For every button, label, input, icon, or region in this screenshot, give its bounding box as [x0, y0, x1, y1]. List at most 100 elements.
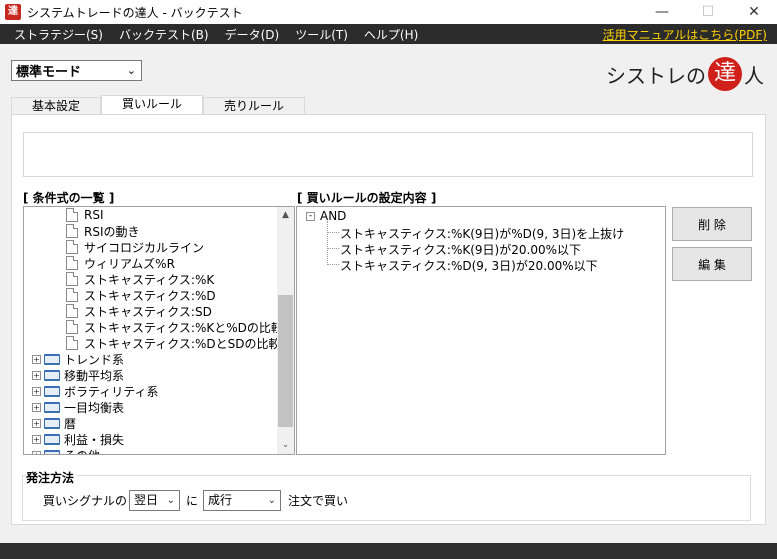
- document-icon: [66, 304, 78, 318]
- folder-icon: [44, 417, 60, 429]
- tree-connector: [327, 248, 339, 249]
- tree-folder[interactable]: + 一目均衡表: [32, 399, 124, 415]
- scroll-up-icon[interactable]: ▲: [277, 207, 294, 224]
- document-icon: [66, 320, 78, 334]
- tree-item[interactable]: ストキャスティクス:%D: [66, 287, 216, 303]
- document-icon: [66, 224, 78, 238]
- tree-folder[interactable]: + 暦: [32, 415, 76, 431]
- mode-select[interactable]: 標準モード ⌄: [11, 60, 142, 81]
- rules-label: [ 買いルールの設定内容 ]: [297, 191, 437, 205]
- document-icon: [66, 288, 78, 302]
- expand-icon[interactable]: +: [32, 450, 41, 454]
- tab-sell-rules[interactable]: 売りルール: [203, 97, 306, 115]
- tree-item-label: ストキャスティクス:%DとSDの比較: [84, 336, 281, 351]
- window-controls: — ☐ ✕: [639, 0, 777, 24]
- rule-item[interactable]: ストキャスティクス:%D(9, 3日)が20.00%以下: [340, 257, 598, 274]
- collapse-icon[interactable]: -: [306, 212, 315, 221]
- tree-item[interactable]: ストキャスティクス:%K: [66, 271, 214, 287]
- expand-icon[interactable]: +: [32, 434, 41, 444]
- document-icon: [66, 336, 78, 350]
- document-icon: [66, 240, 78, 254]
- folder-icon: [44, 433, 60, 445]
- tree-scrollbar[interactable]: ▲ ⌄: [277, 207, 294, 454]
- tree-item[interactable]: ウィリアムズ%R: [66, 255, 175, 271]
- tab-buy-rules[interactable]: 買いルール: [101, 95, 204, 116]
- tree-folder-label: 移動平均系: [64, 368, 125, 383]
- menu-tools[interactable]: ツール(T): [295, 26, 348, 43]
- menu-data[interactable]: データ(D): [225, 26, 280, 43]
- delete-button[interactable]: 削 除: [672, 207, 752, 241]
- conditions-label: [ 条件式の一覧 ]: [23, 191, 115, 205]
- expand-icon[interactable]: +: [32, 402, 41, 412]
- tree-item-label: RSI: [84, 208, 104, 222]
- minimize-icon[interactable]: —: [639, 0, 685, 24]
- rule-root[interactable]: AND: [320, 209, 346, 223]
- expand-icon[interactable]: +: [32, 418, 41, 428]
- menu-strategy[interactable]: ストラテジー(S): [14, 26, 103, 43]
- tree-item-label: サイコロジカルライン: [84, 240, 205, 255]
- tree-folder[interactable]: + 利益・損失: [32, 431, 124, 447]
- tree-item[interactable]: ストキャスティクス:SD: [66, 303, 212, 319]
- expand-icon[interactable]: +: [32, 386, 41, 396]
- app-window: 達 システムトレードの達人 - バックテスト — ☐ ✕ ストラテジー(S) バ…: [0, 0, 777, 559]
- tree-folder-label: その他: [64, 447, 100, 455]
- folder-icon: [44, 401, 60, 413]
- tree-item[interactable]: RSIの動き: [66, 223, 140, 239]
- tree-folder[interactable]: + その他: [32, 447, 100, 455]
- order-method-value: 成行: [208, 493, 233, 507]
- folder-icon: [44, 369, 60, 381]
- maximize-icon[interactable]: ☐: [685, 0, 731, 24]
- condition-tree[interactable]: RSI RSIの動き サイコロジカルライン ウィリアムズ%R ストキャスティクス…: [23, 206, 295, 455]
- folder-icon: [44, 449, 60, 454]
- scroll-thumb[interactable]: [278, 295, 293, 427]
- menu-help[interactable]: ヘルプ(H): [364, 26, 418, 43]
- chevron-down-icon: ⌄: [267, 495, 276, 506]
- mode-select-value: 標準モード: [16, 65, 82, 80]
- scroll-down-icon[interactable]: ⌄: [277, 437, 294, 454]
- tab-basic-settings[interactable]: 基本設定: [11, 97, 102, 115]
- order-method-select[interactable]: 成行 ⌄: [203, 490, 281, 511]
- menu-backtest[interactable]: バックテスト(B): [119, 26, 209, 43]
- rule-item[interactable]: ストキャスティクス:%K(9日)が%D(9, 3日)を上抜け: [340, 225, 624, 242]
- rule-tree[interactable]: - AND ストキャスティクス:%K(9日)が%D(9, 3日)を上抜け ストキ…: [296, 206, 666, 455]
- manual-link[interactable]: 活用マニュアルはこちら(PDF): [603, 26, 767, 43]
- tree-item-label: ストキャスティクス:SD: [84, 304, 212, 319]
- tree-folder-label: トレンド系: [64, 352, 125, 367]
- tree-item-label: RSIの動き: [84, 224, 140, 239]
- tree-connector: [327, 232, 339, 233]
- chevron-down-icon: ⌄: [166, 495, 175, 506]
- tree-folder[interactable]: + ボラティリティ系: [32, 383, 159, 399]
- menu-bar: ストラテジー(S) バックテスト(B) データ(D) ツール(T) ヘルプ(H)…: [0, 24, 777, 44]
- tab-panel: [ 条件式の一覧 ] [ 買いルールの設定内容 ] RSI RSIの動き サイコ…: [11, 114, 766, 525]
- rule-item[interactable]: ストキャスティクス:%K(9日)が20.00%以下: [340, 241, 581, 258]
- order-day-value: 翌日: [134, 493, 159, 507]
- edit-button[interactable]: 編 集: [672, 247, 752, 281]
- tree-item[interactable]: サイコロジカルライン: [66, 239, 204, 255]
- order-method-label: 発注方法: [26, 469, 78, 486]
- order-suffix-label: 注文で買い: [288, 494, 349, 508]
- expand-icon[interactable]: +: [32, 370, 41, 380]
- expand-icon[interactable]: +: [32, 354, 41, 364]
- document-icon: [66, 272, 78, 286]
- logo-seal: 達: [708, 57, 742, 91]
- tree-connector: [327, 264, 339, 265]
- document-icon: [66, 208, 78, 222]
- document-icon: [66, 256, 78, 270]
- tree-item[interactable]: ストキャスティクス:%Kと%Dの比較: [66, 319, 283, 335]
- status-bar: [0, 543, 777, 559]
- tree-item[interactable]: RSI: [66, 207, 104, 223]
- tree-folder-label: 一目均衡表: [64, 400, 125, 415]
- folder-icon: [44, 353, 60, 365]
- tree-folder[interactable]: + トレンド系: [32, 351, 124, 367]
- tree-item-label: ストキャスティクス:%K: [84, 272, 215, 287]
- tree-connector: [327, 221, 328, 265]
- tree-item-label: ストキャスティクス:%D: [84, 288, 216, 303]
- tree-folder[interactable]: + 移動平均系: [32, 367, 124, 383]
- order-prefix-label: 買いシグナルの: [43, 494, 128, 508]
- order-day-select[interactable]: 翌日 ⌄: [129, 490, 180, 511]
- close-icon[interactable]: ✕: [731, 0, 777, 24]
- tree-folder-label: 暦: [64, 416, 77, 431]
- app-icon: 達: [5, 4, 21, 20]
- description-box[interactable]: [23, 132, 753, 177]
- tree-item[interactable]: ストキャスティクス:%DとSDの比較: [66, 335, 280, 351]
